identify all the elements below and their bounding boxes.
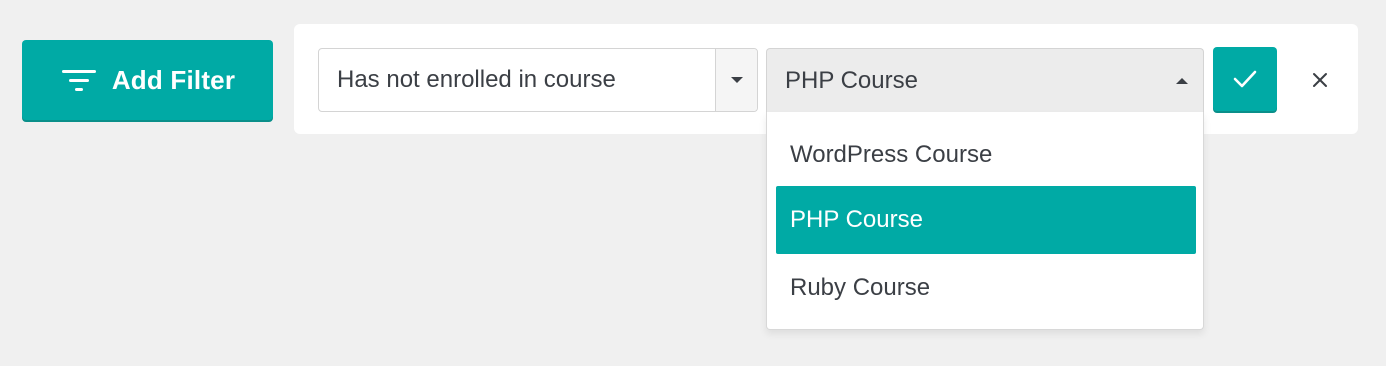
close-icon (1313, 73, 1327, 87)
remove-filter-button[interactable] (1304, 64, 1336, 96)
filter-toolbar: Add Filter Has not enrolled in course PH… (0, 0, 1386, 366)
course-select-toggle[interactable] (1161, 49, 1203, 113)
course-dropdown-list: WordPress Course PHP Course Ruby Course (766, 112, 1204, 330)
confirm-filter-button[interactable] (1213, 47, 1277, 111)
course-select-value: PHP Course (785, 67, 918, 94)
add-filter-label: Add Filter (111, 64, 236, 95)
condition-select-toggle[interactable] (715, 49, 757, 111)
checkmark-icon (1233, 70, 1257, 88)
condition-select[interactable]: Has not enrolled in course (318, 48, 758, 112)
dropdown-option-ruby[interactable]: Ruby Course (776, 254, 1196, 322)
add-filter-button[interactable]: Add Filter (22, 40, 273, 120)
dropdown-option-php[interactable]: PHP Course (776, 186, 1196, 254)
condition-select-value: Has not enrolled in course (337, 66, 616, 93)
course-select[interactable]: PHP Course (766, 48, 1204, 112)
filter-lines-icon (61, 70, 96, 91)
dropdown-option-wordpress[interactable]: WordPress Course (776, 121, 1196, 189)
caret-down-icon (730, 77, 743, 83)
caret-up-icon (1176, 78, 1188, 84)
